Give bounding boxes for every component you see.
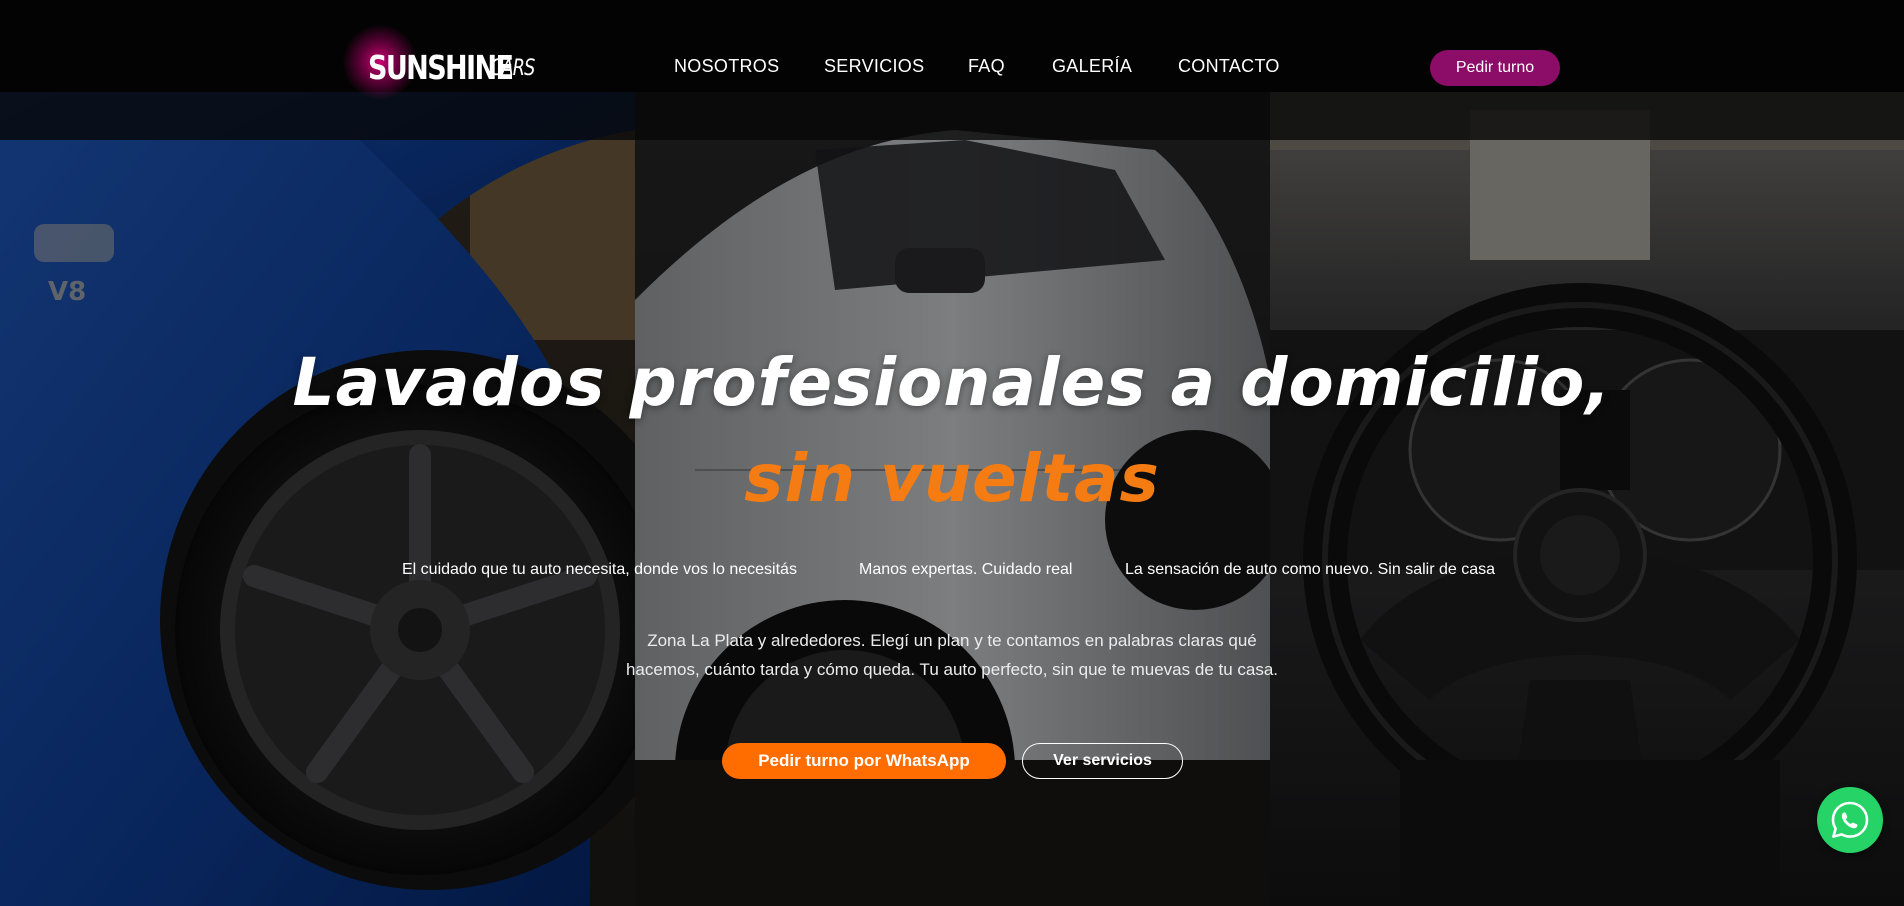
nav-item-contacto[interactable]: CONTACTO: [1178, 56, 1280, 77]
ver-servicios-button[interactable]: Ver servicios: [1022, 743, 1183, 779]
hero-headline-accent: sin vueltas: [744, 440, 1160, 517]
pedir-turno-button[interactable]: Pedir turno: [1430, 50, 1560, 86]
tagline-1: El cuidado que tu auto necesita, donde v…: [402, 561, 797, 578]
whatsapp-icon: [1831, 801, 1869, 838]
nav-item-nosotros[interactable]: NOSOTROS: [674, 56, 779, 77]
nav-item-servicios[interactable]: SERVICIOS: [824, 56, 924, 77]
tagline-3: La sensación de auto como nuevo. Sin sal…: [1125, 561, 1496, 578]
whatsapp-float-button[interactable]: [1817, 787, 1883, 853]
nav-item-galeria[interactable]: GALERÍA: [1052, 56, 1132, 77]
hero-description: Zona La Plata y alrededores. Elegí un pl…: [625, 631, 1279, 679]
tagline-2: Manos expertas. Cuidado real: [859, 561, 1073, 578]
hero-headline: Lavados profesionales a domicilio,: [292, 344, 1612, 421]
whatsapp-cta-button[interactable]: Pedir turno por WhatsApp: [722, 743, 1006, 779]
main-nav: NOSOTROS SERVICIOS FAQ GALERÍA CONTACTO: [0, 56, 1904, 80]
nav-bar-fade: [0, 92, 1904, 140]
nav-item-faq[interactable]: FAQ: [968, 56, 1005, 77]
